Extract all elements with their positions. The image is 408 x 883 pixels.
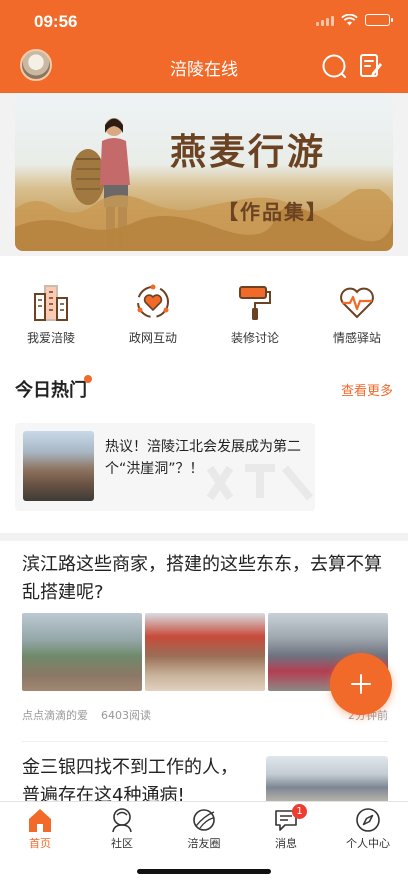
banner-subtitle: 【作品集】 (218, 200, 328, 224)
status-bar: 09:56 (0, 0, 408, 44)
status-icons (316, 14, 393, 26)
home-icon (29, 809, 51, 832)
tab-label: 个人中心 (346, 837, 390, 850)
tab-profile[interactable]: 个人中心 (328, 806, 408, 851)
tab-label: 首页 (29, 837, 51, 850)
quick-link-love-fuling[interactable]: 我爱涪陵 (0, 282, 102, 346)
paint-roller-icon (239, 286, 271, 320)
tab-label: 社区 (111, 837, 133, 850)
tab-friends-circle[interactable]: 涪友圈 (164, 806, 244, 851)
article-image (145, 613, 265, 691)
quick-link-label: 情感驿站 (332, 331, 381, 345)
main-content: 我爱涪陵 政网互动 装修讨论 情感驿站 今日热门 查看更多 热议！涪陵江北会发展… (0, 256, 408, 806)
search-icon[interactable] (321, 53, 347, 79)
quick-link-label: 我爱涪陵 (26, 331, 75, 345)
article-reads: 6403阅读 (101, 709, 151, 722)
tab-messages[interactable]: 1 消息 (246, 804, 326, 851)
quick-link-decoration[interactable]: 装修讨论 (204, 282, 306, 346)
watermark-graphic (206, 464, 314, 501)
message-badge: 1 (292, 804, 307, 819)
tab-home[interactable]: 首页 (0, 806, 80, 851)
quick-link-gov-interaction[interactable]: 政网互动 (102, 282, 204, 346)
home-indicator (137, 869, 271, 874)
hot-indicator-dot (84, 375, 92, 383)
hot-section-title: 今日热门 (15, 380, 87, 401)
hot-topic-thumbnail (23, 431, 94, 501)
quick-links: 我爱涪陵 政网互动 装修讨论 情感驿站 (0, 282, 408, 346)
quick-link-label: 装修讨论 (230, 331, 279, 345)
status-time: 09:56 (34, 12, 78, 31)
promo-banner[interactable]: 燕麦行游 【作品集】 (15, 93, 393, 251)
quick-link-emotion[interactable]: 情感驿站 (306, 282, 408, 346)
feed-article[interactable]: 滨江路这些商家，搭建的这些东东，去算不算乱搭建呢? 点点滴滴的爱 6403阅读 … (22, 551, 388, 722)
article-thumbnail[interactable] (266, 756, 388, 801)
article-image (22, 613, 142, 691)
heartbeat-icon (340, 287, 374, 319)
tab-label: 涪友圈 (187, 837, 221, 850)
app-header: 09:56 涪陵在线 (0, 0, 408, 93)
nav-bar: 涪陵在线 (0, 44, 408, 88)
battery-icon (365, 14, 393, 26)
compass-icon (356, 808, 380, 832)
community-icon (112, 808, 132, 833)
buildings-icon (34, 285, 68, 321)
edit-note-icon[interactable] (358, 53, 384, 79)
add-post-button[interactable] (330, 653, 392, 715)
article-title: 滨江路这些商家，搭建的这些东东，去算不算乱搭建呢? (22, 554, 382, 603)
article-author: 点点滴滴的爱 (22, 709, 88, 722)
planet-icon (193, 809, 215, 831)
signal-icon (316, 15, 334, 26)
tab-label: 消息 (275, 837, 297, 850)
wifi-icon (341, 14, 358, 26)
heart-cycle-icon (137, 284, 169, 318)
tab-community[interactable]: 社区 (82, 806, 162, 851)
wheat-field (15, 189, 393, 251)
section-divider (0, 533, 408, 541)
quick-link-label: 政网互动 (128, 331, 177, 345)
row-divider (22, 741, 388, 742)
banner-title: 燕麦行游 (170, 131, 327, 173)
see-more-link[interactable]: 查看更多 (341, 380, 393, 399)
